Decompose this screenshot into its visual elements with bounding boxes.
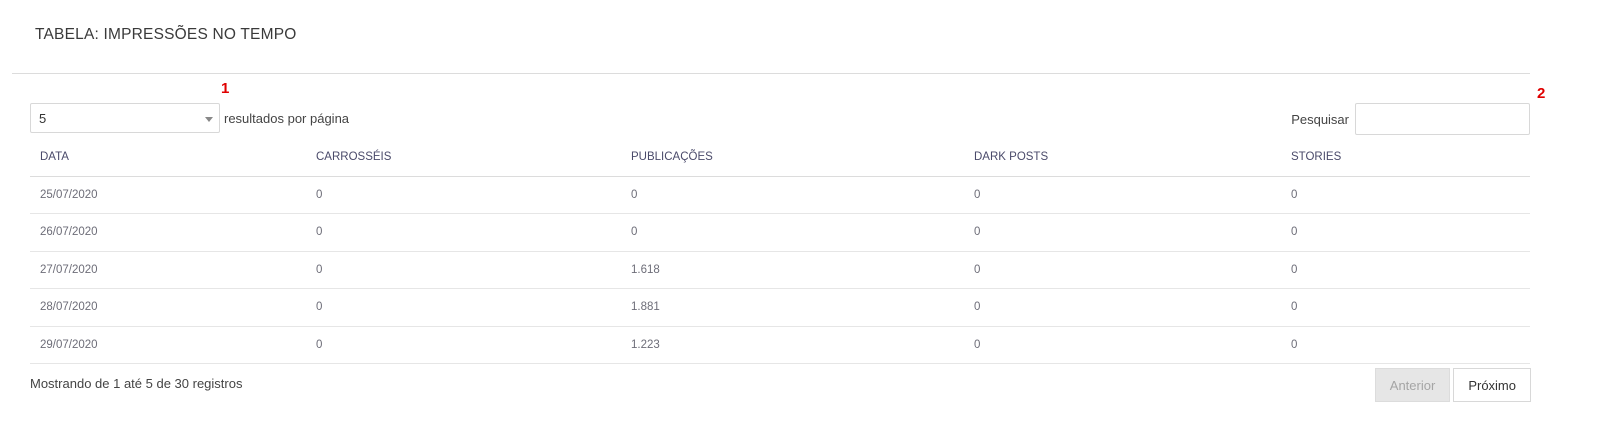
column-header-dark-posts[interactable]: DARK POSTS xyxy=(964,138,1281,177)
table-cell-date: 26/07/2020 xyxy=(30,213,306,252)
table-cell: 0 xyxy=(964,176,1281,214)
table-cell: 0 xyxy=(306,213,621,252)
search-control: Pesquisar xyxy=(1291,103,1530,135)
table-cell: 0 xyxy=(306,288,621,327)
table-cell: 0 xyxy=(306,176,621,214)
table-cell: 0 xyxy=(1281,288,1530,327)
table-cell-date: 28/07/2020 xyxy=(30,288,306,327)
table-cell: 0 xyxy=(1281,326,1530,364)
search-input[interactable] xyxy=(1355,103,1530,135)
next-page-button[interactable]: Próximo xyxy=(1453,368,1531,402)
caret-down-icon xyxy=(205,117,213,122)
table-cell-date: 29/07/2020 xyxy=(30,326,306,364)
table-cell: 1.618 xyxy=(621,251,964,289)
table-cell: 0 xyxy=(1281,251,1530,289)
table-cell: 0 xyxy=(306,251,621,289)
table-row: 26/07/2020 0 0 0 0 xyxy=(30,213,1530,252)
page-length-value: 5 xyxy=(39,110,47,126)
table-row: 28/07/2020 0 1.881 0 0 xyxy=(30,288,1530,327)
table-header-row: DATA CARROSSÉIS PUBLICAÇÕES DARK POSTS S… xyxy=(30,138,1530,177)
panel-title: TABELA: IMPRESSÕES NO TEMPO xyxy=(35,26,297,43)
table-cell: 0 xyxy=(964,288,1281,327)
table-row: 29/07/2020 0 1.223 0 0 xyxy=(30,326,1530,364)
table-cell: 0 xyxy=(964,326,1281,364)
column-header-publicacoes[interactable]: PUBLICAÇÕES xyxy=(621,138,964,177)
table-cell-date: 27/07/2020 xyxy=(30,251,306,289)
column-header-data[interactable]: DATA xyxy=(30,138,306,177)
table-cell: 0 xyxy=(621,176,964,214)
table-cell: 0 xyxy=(621,213,964,252)
column-header-stories[interactable]: STORIES xyxy=(1281,138,1530,177)
table-cell: 0 xyxy=(964,251,1281,289)
table-cell: 1.223 xyxy=(621,326,964,364)
table-info: Mostrando de 1 até 5 de 30 registros xyxy=(30,376,243,391)
table-cell: 0 xyxy=(1281,176,1530,214)
pagination: Anterior Próximo xyxy=(1374,368,1531,402)
previous-page-button[interactable]: Anterior xyxy=(1374,368,1451,402)
table-cell: 0 xyxy=(964,213,1281,252)
page-length-select[interactable]: 5 xyxy=(30,103,220,133)
search-label: Pesquisar xyxy=(1291,111,1349,127)
table-row: 27/07/2020 0 1.618 0 0 xyxy=(30,251,1530,289)
table-row: 25/07/2020 0 0 0 0 xyxy=(30,176,1530,214)
page-length-label: resultados por página xyxy=(224,110,350,126)
table-cell-date: 25/07/2020 xyxy=(30,176,306,214)
impressions-table: DATA CARROSSÉIS PUBLICAÇÕES DARK POSTS S… xyxy=(30,138,1530,364)
page-length-control: 5 resultados por página xyxy=(30,103,349,133)
table-cell: 0 xyxy=(306,326,621,364)
table-cell: 1.881 xyxy=(621,288,964,327)
table-cell: 0 xyxy=(1281,213,1530,252)
annotation-marker-1: 1 xyxy=(221,80,230,97)
annotation-marker-2: 2 xyxy=(1537,85,1546,102)
panel-divider xyxy=(12,73,1530,74)
column-header-carrosseis[interactable]: CARROSSÉIS xyxy=(306,138,621,177)
